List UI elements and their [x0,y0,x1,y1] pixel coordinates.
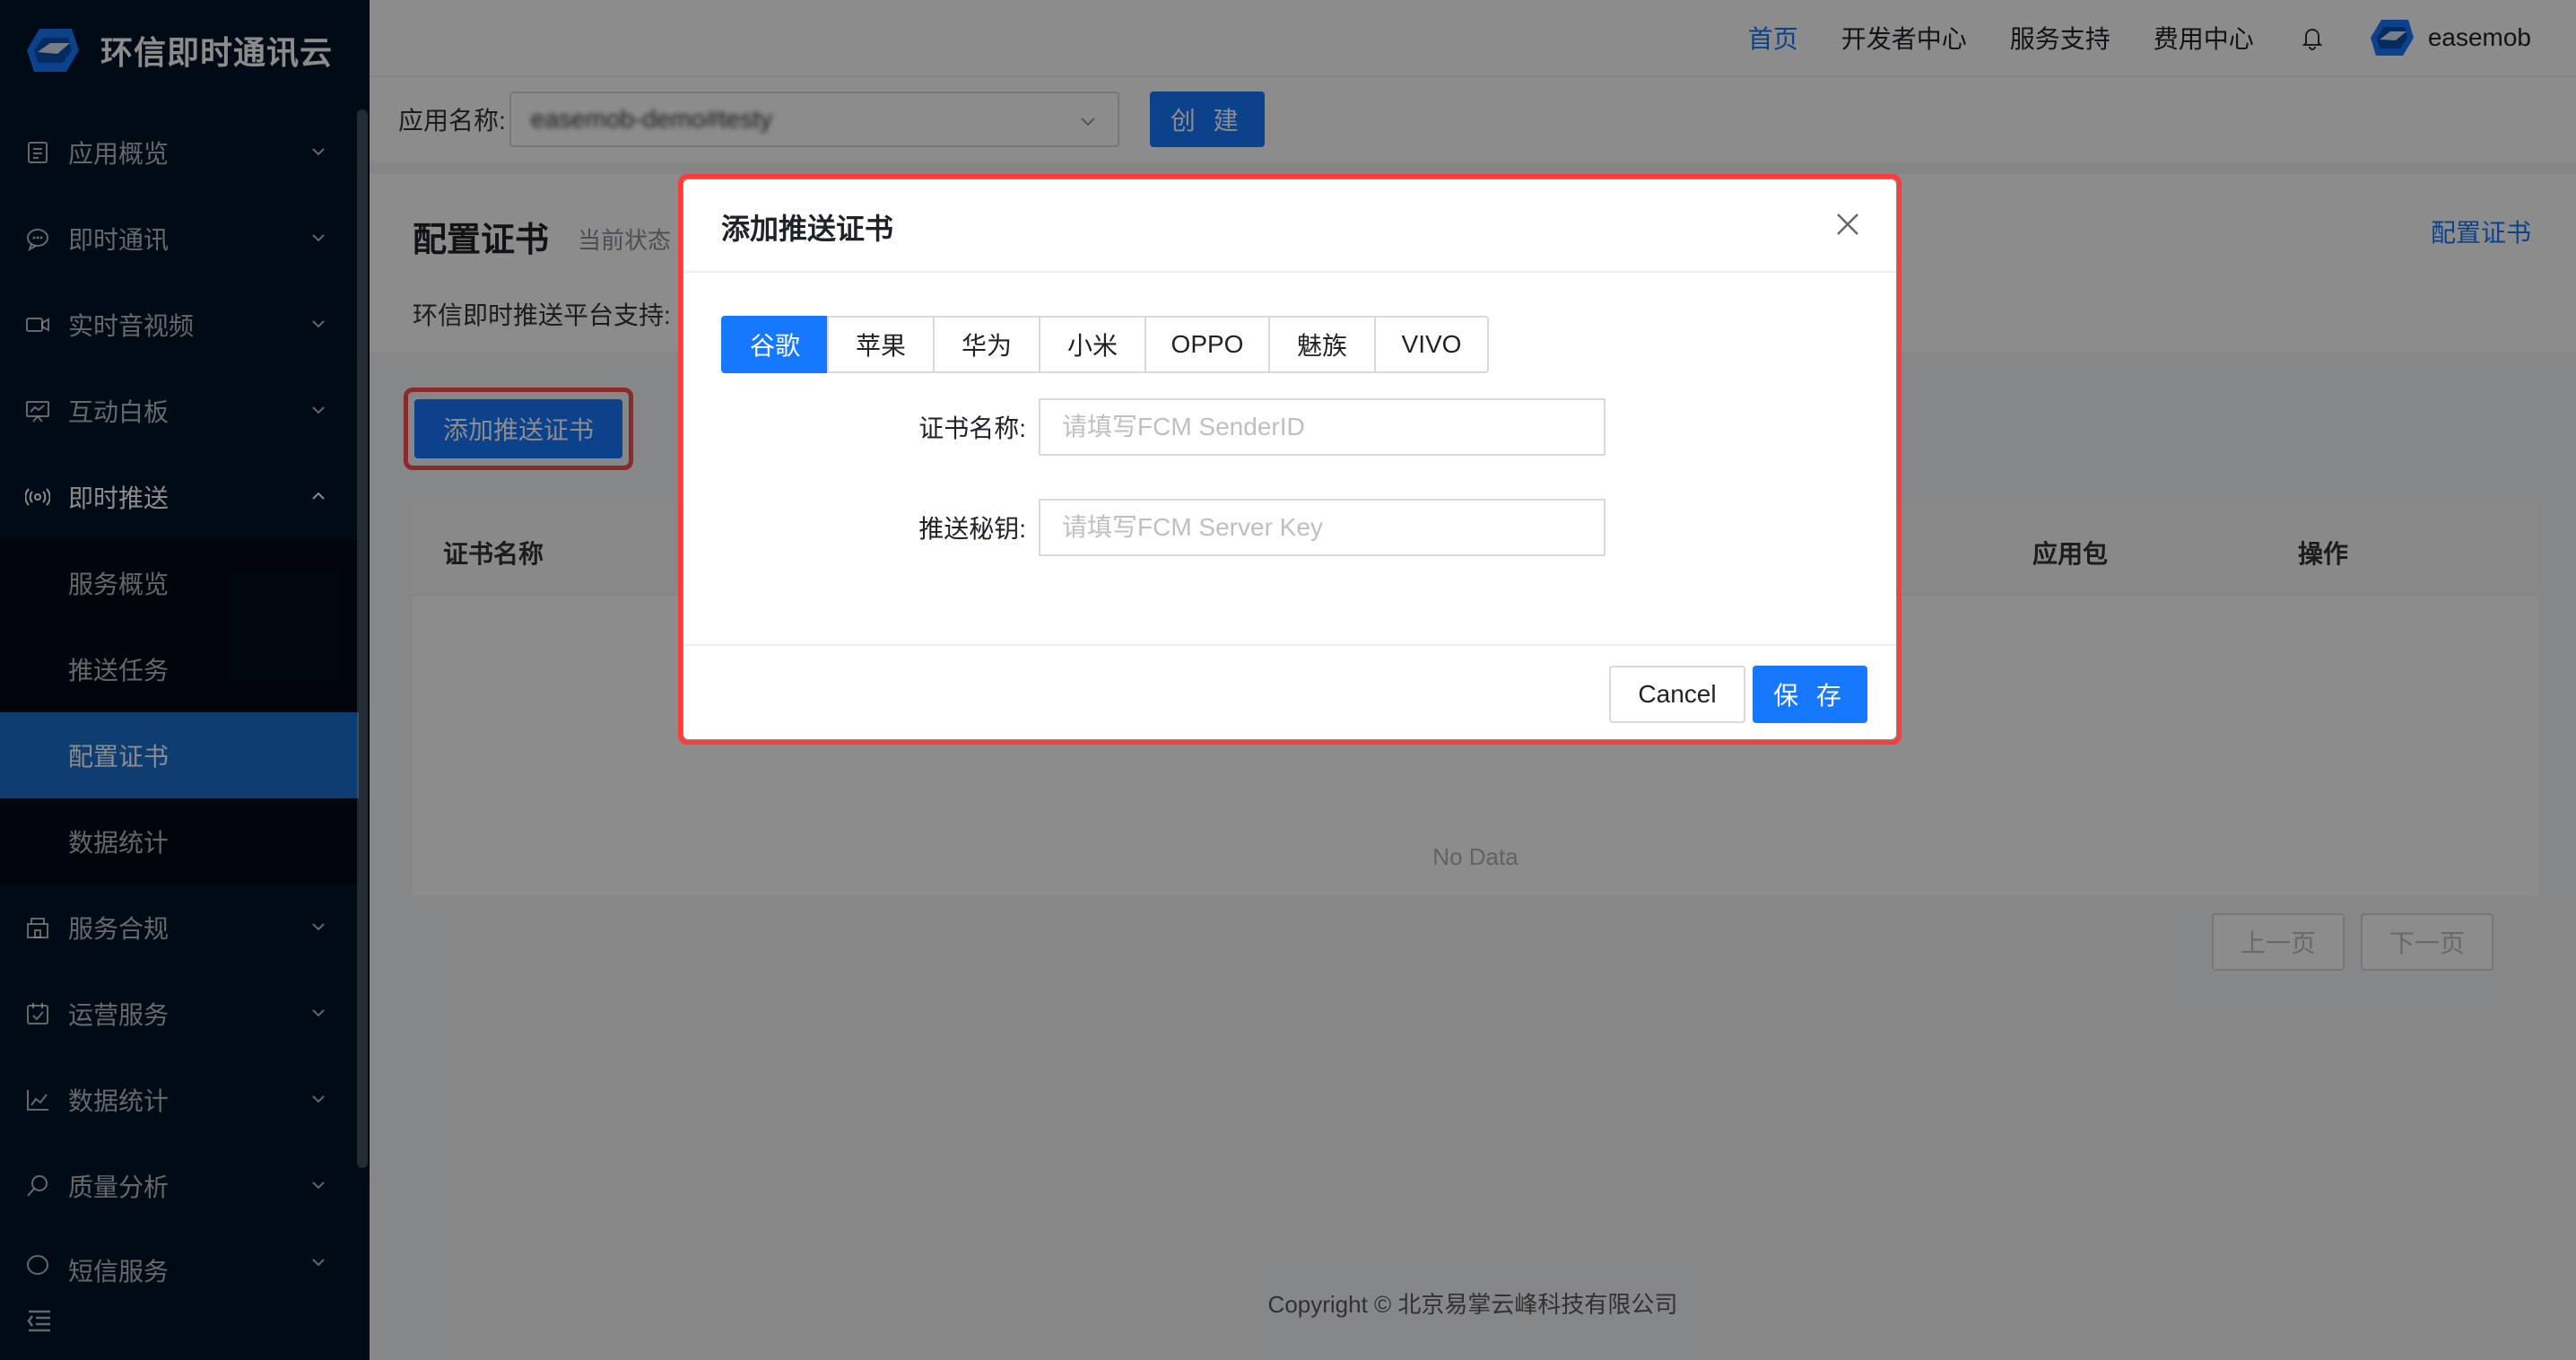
cancel-button[interactable]: Cancel [1609,666,1745,723]
cert-name-input[interactable] [1039,398,1606,456]
tab-google[interactable]: 谷歌 [721,316,829,373]
push-key-label: 推送秘钥: [918,515,1026,543]
tab-xiaomi[interactable]: 小米 [1039,316,1146,373]
tab-huawei[interactable]: 华为 [933,316,1040,373]
tab-meizu[interactable]: 魅族 [1268,316,1376,373]
push-key-input[interactable] [1039,499,1606,556]
modal-header: 添加推送证书 [683,179,1896,273]
vendor-tabs: 谷歌 苹果 华为 小米 OPPO 魅族 VIVO [721,316,1489,373]
tab-apple[interactable]: 苹果 [827,316,935,373]
modal-footer: Cancel 保 存 [683,644,1896,739]
close-icon[interactable] [1833,210,1862,239]
add-cert-modal: 添加推送证书 谷歌 苹果 华为 小米 OPPO 魅族 VIVO 证书名称: 推送… [683,179,1896,739]
cert-name-label: 证书名称: [918,414,1026,442]
cert-name-row: 证书名称: [683,398,1606,456]
save-button[interactable]: 保 存 [1753,666,1867,723]
tab-vivo[interactable]: VIVO [1374,316,1489,373]
push-key-row: 推送秘钥: [683,499,1606,556]
modal-title: 添加推送证书 [721,213,894,245]
tab-oppo[interactable]: OPPO [1144,316,1270,373]
